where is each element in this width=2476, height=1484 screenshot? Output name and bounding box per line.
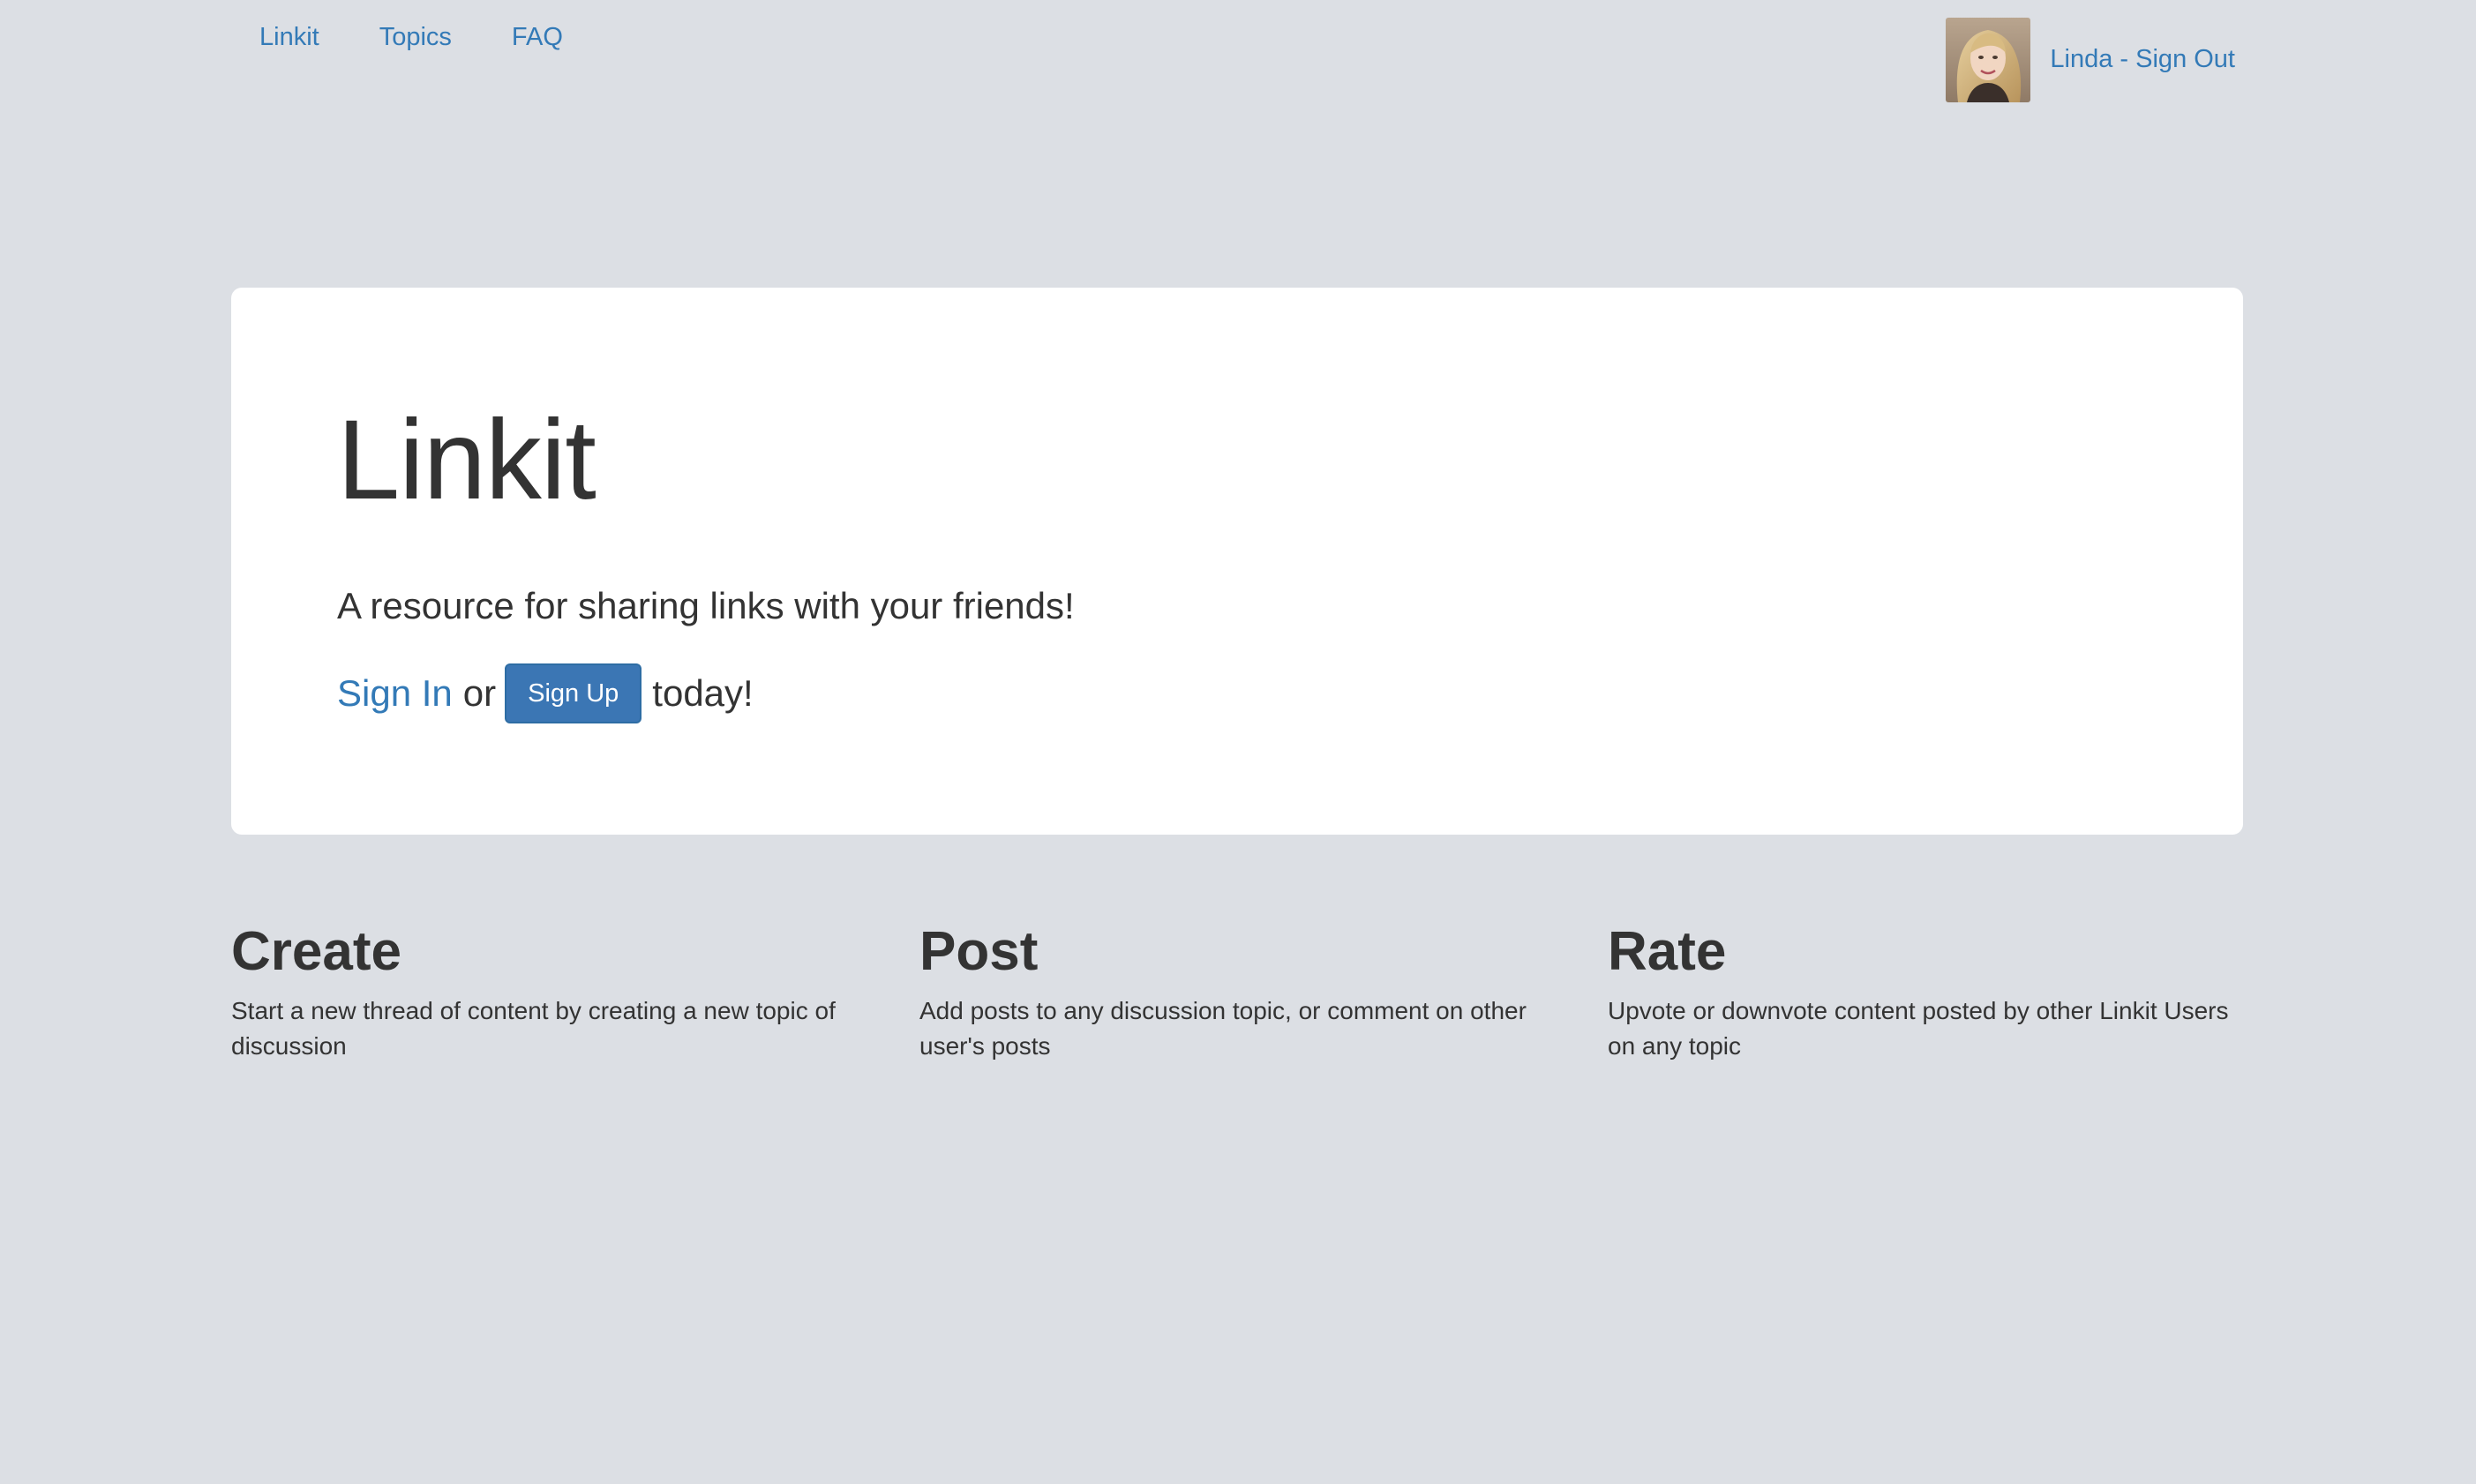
hero-title: Linkit	[337, 397, 596, 523]
or-text: or	[462, 672, 497, 714]
feature-title: Rate	[1608, 921, 1727, 982]
feature-title: Post	[919, 921, 1039, 982]
signin-link[interactable]: Sign In	[337, 675, 453, 712]
user-avatar-photo-icon	[1946, 18, 2031, 102]
feature-description: Add posts to any discussion topic, or co…	[919, 996, 1527, 1060]
nav-link-faq[interactable]: FAQ	[512, 19, 563, 55]
top-navbar: Linkit Topics FAQ Linda - Sign Out	[0, 0, 2476, 115]
today-text: today!	[652, 672, 754, 714]
features-row: Create Start a new thread of content by …	[231, 918, 2243, 1064]
signout-link[interactable]: Linda - Sign Out	[2050, 41, 2235, 77]
feature-post: Post Add posts to any discussion topic, …	[919, 918, 1555, 1064]
nav-link-linkit[interactable]: Linkit	[259, 19, 319, 55]
feature-title: Create	[231, 921, 401, 982]
feature-rate: Rate Upvote or downvote content posted b…	[1608, 918, 2243, 1064]
nav-link-topics[interactable]: Topics	[379, 19, 452, 55]
feature-create: Create Start a new thread of content by …	[231, 918, 867, 1064]
signup-button[interactable]: Sign Up	[505, 663, 642, 723]
hero-tagline: A resource for sharing links with your f…	[337, 585, 1075, 626]
feature-description: Upvote or downvote content posted by oth…	[1608, 996, 2229, 1060]
feature-description: Start a new thread of content by creatin…	[231, 996, 836, 1060]
hero-panel: Linkit A resource for sharing links with…	[231, 288, 2243, 835]
user-avatar[interactable]	[1946, 18, 2031, 102]
user-menu: Linda - Sign Out	[1946, 18, 2235, 102]
hero-call-to-action: Sign In or Sign Up today!	[337, 663, 754, 723]
nav-links: Linkit Topics FAQ	[259, 19, 563, 55]
